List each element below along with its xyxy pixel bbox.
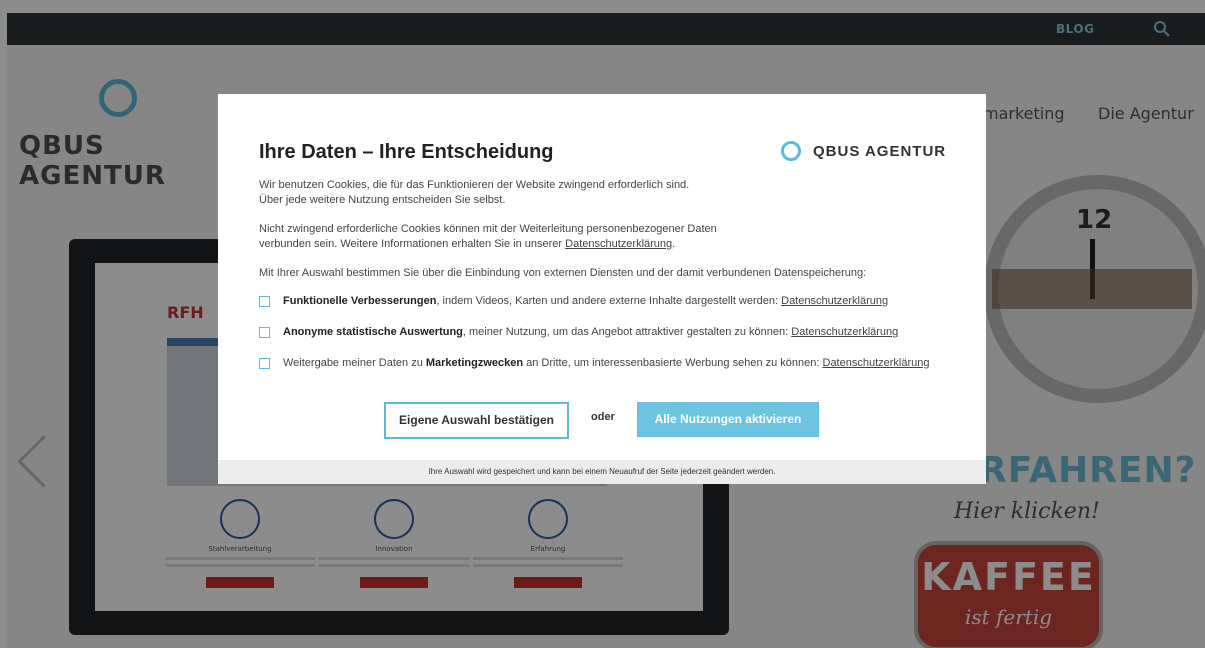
option-functional[interactable]: Funktionelle Verbesserungen, indem Video… xyxy=(259,295,888,307)
option-privacy-link[interactable]: Datenschutzerklärung xyxy=(823,357,930,369)
checkbox-statistics[interactable] xyxy=(259,326,270,338)
notice-line-1: Nicht zwingend erforderliche Cookies kön… xyxy=(259,223,717,235)
option-text: , meiner Nutzung, um das Angebot attrakt… xyxy=(462,326,792,338)
option-privacy-link[interactable]: Datenschutzerklärung xyxy=(791,326,898,338)
option-text: , indem Videos, Karten und andere extern… xyxy=(436,295,782,307)
option-bold: Funktionelle Verbesserungen xyxy=(283,295,437,307)
dialog-logo-text: QBUS AGENTUR xyxy=(813,143,947,160)
option-prefix: Weitergabe meiner Daten zu xyxy=(283,357,426,369)
option-statistics[interactable]: Anonyme statistische Auswertung, meiner … xyxy=(259,326,898,338)
option-bold: Marketingzwecken xyxy=(425,357,524,369)
privacy-link[interactable]: Datenschutzerklärung xyxy=(565,238,672,250)
option-marketing[interactable]: Weitergabe meiner Daten zu Marketingzwec… xyxy=(259,357,930,369)
intro-text: Wir benutzen Cookies, die für das Funkti… xyxy=(259,178,689,208)
cookie-consent-dialog: Ihre Daten – Ihre Entscheidung QBUS AGEN… xyxy=(218,94,986,484)
logo-ring-icon xyxy=(781,141,801,161)
or-label: oder xyxy=(591,411,615,423)
notice-line-2: verbunden sein. Weitere Informationen er… xyxy=(259,238,566,250)
option-privacy-link[interactable]: Datenschutzerklärung xyxy=(781,295,888,307)
activate-all-button[interactable]: Alle Nutzungen aktivieren xyxy=(637,402,819,437)
dialog-title: Ihre Daten – Ihre Entscheidung xyxy=(259,141,554,163)
dialog-footer: Ihre Auswahl wird gespeichert und kann b… xyxy=(218,460,986,484)
checkbox-functional[interactable] xyxy=(259,295,270,307)
option-bold: Anonyme statistische Auswertung xyxy=(283,326,463,338)
notice-suffix: . xyxy=(672,238,676,250)
intro-line-2: Über jede weitere Nutzung entscheiden Si… xyxy=(259,194,506,206)
checkbox-marketing[interactable] xyxy=(259,357,270,369)
intro-line-1: Wir benutzen Cookies, die für das Funkti… xyxy=(259,179,690,191)
notice-text: Nicht zwingend erforderliche Cookies kön… xyxy=(259,222,717,252)
choice-intro: Mit Ihrer Auswahl bestimmen Sie über die… xyxy=(259,267,867,279)
option-text: an Dritte, um interessenbasierte Werbung… xyxy=(523,357,823,369)
confirm-selection-button[interactable]: Eigene Auswahl bestätigen xyxy=(384,402,569,439)
